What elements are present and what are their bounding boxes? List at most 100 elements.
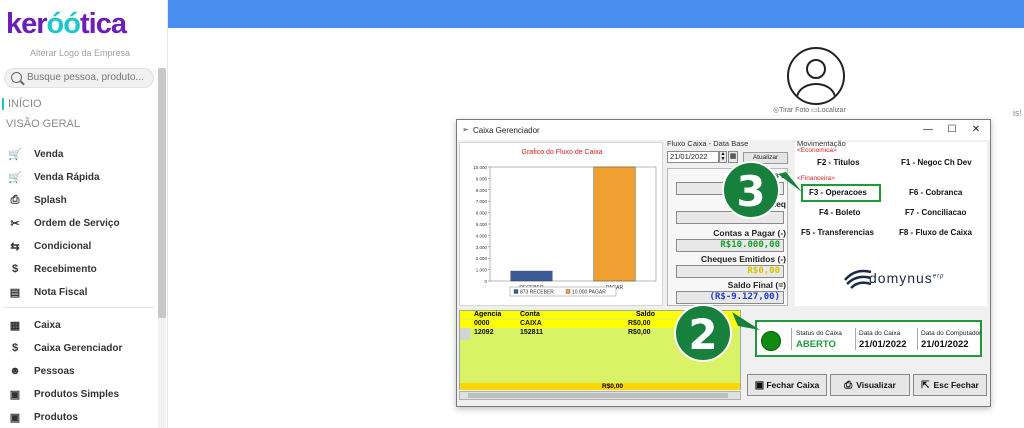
menu-item-ordem-servico[interactable]: ✂ Ordem de Serviço (8, 213, 158, 233)
legend-swatch (513, 289, 519, 294)
user-avatar-icon[interactable] (787, 47, 845, 105)
y-tick-label: 7.000 (476, 199, 488, 204)
box-icon: ▣ (9, 411, 21, 424)
register-icon: ▦ (9, 319, 21, 332)
menu-item-produtos[interactable]: ▣ Produtos (8, 407, 158, 427)
y-tick-label: 6.000 (476, 211, 488, 216)
saldo-final-label: Saldo Final (=) (727, 280, 786, 290)
base-date-field[interactable]: 21/01/2022 (667, 151, 719, 163)
menu-item-pessoas[interactable]: ☻ Pessoas (8, 361, 158, 381)
menu-item-caixa-gerenciador[interactable]: $ Caixa Gerenciador (8, 338, 158, 358)
maximize-button[interactable]: ☐ (943, 123, 961, 137)
y-tick-label: 3.000 (476, 245, 488, 250)
domynus-logo: domynuserp (869, 270, 945, 286)
caixa-gerenciador-window: ➢ Caixa Gerenciador — ☐ ✕ Grafico do Flu… (456, 119, 991, 407)
top-bar (168, 0, 1024, 28)
menu-item-venda[interactable]: 🛒 Venda (8, 144, 158, 164)
search-icon (11, 72, 22, 83)
calendar-icon[interactable]: ▦ (728, 151, 738, 163)
folder-icon: ▭ (811, 107, 818, 114)
menu-item-venda-rapida[interactable]: 🛒 Venda Rápida (8, 167, 158, 187)
legend-label: 873 RECEBER (520, 290, 554, 296)
nav-inicio[interactable]: INÍCIO (2, 98, 42, 110)
fluxo-label: Fluxo Caixa - Data Base (667, 139, 749, 148)
y-tick-label: 4.000 (476, 233, 488, 238)
wrench-icon: ✂ (10, 217, 20, 230)
close-button[interactable]: ✕ (967, 123, 985, 137)
y-tick-label: 8.000 (476, 188, 488, 193)
f4-boleto-button[interactable]: F4 - Boleto (819, 208, 860, 217)
register-icon: ▣ (754, 379, 765, 391)
legend-label: 10.000 PAGAR (572, 290, 606, 296)
bar-pagar (593, 166, 636, 282)
cart-fast-icon: 🛒 (8, 171, 22, 184)
minimize-button[interactable]: — (919, 123, 937, 137)
y-tick-label: 10.000 (473, 165, 487, 170)
status-led-icon (761, 331, 781, 351)
menu-item-recebimento[interactable]: $ Recebimento (8, 259, 158, 279)
status-field: Status do Caixa ABERTO (791, 328, 853, 350)
exit-icon: ⇱ (921, 379, 930, 391)
data-caixa-field: Data do Caixa 21/01/2022 (855, 328, 917, 350)
invoice-icon: ▤ (9, 286, 21, 299)
callout-3-arrow (778, 172, 802, 192)
take-photo-link[interactable]: Tirar Foto (779, 107, 809, 114)
f3-operacoes-button[interactable]: F3 - Operacoes (809, 188, 867, 197)
printer-icon: ⎙ (844, 379, 853, 391)
background-text-fragment: is! (1013, 108, 1022, 118)
splash-icon: ⎙ (10, 193, 20, 206)
sidebar-scrollbar-thumb[interactable] (158, 68, 166, 318)
y-tick-label: 5.000 (476, 222, 488, 227)
step-3-callout: 3 (722, 161, 780, 219)
bar-receber (510, 270, 553, 282)
avatar-actions: ◎Tirar Foto ▭Localizar (773, 106, 846, 114)
callout-2-arrow (732, 312, 760, 330)
menu-item-caixa[interactable]: ▦ Caixa (8, 315, 158, 335)
search-input[interactable] (27, 72, 149, 83)
y-tick-label: 2.000 (476, 256, 488, 261)
legend-swatch (565, 289, 571, 294)
f6-cobranca-button[interactable]: F6 - Cobranca (909, 188, 962, 197)
menu-item-splash[interactable]: ⎙ Splash (8, 190, 158, 210)
esc-fechar-button[interactable]: ⇱ Esc Fechar (913, 374, 987, 396)
f7-conciliacao-button[interactable]: F7 - Conciliacao (905, 208, 966, 217)
fechar-caixa-button[interactable]: ▣FFechar Caixa (747, 374, 827, 396)
col-agencia: Agencia (474, 311, 502, 318)
date-spinner[interactable]: ▲ ▼ (719, 151, 727, 163)
cash-flow-chart: Grafico do Fluxo de Caixa 0 1.000 2.000 3.0… (459, 142, 663, 306)
grid-total: R$0,00 (460, 383, 740, 390)
company-logo[interactable]: keróótica (6, 8, 166, 40)
f8-fluxo-caixa-button[interactable]: F8 - Fluxo de Caixa (899, 228, 972, 237)
movimentacao-panel: Movimentação <Economica> F2 - Titulos F1… (795, 139, 987, 306)
menu-item-produtos-simples[interactable]: ▣ Produtos Simples (8, 384, 158, 404)
change-logo-link[interactable]: Alterar Logo da Empresa (0, 48, 160, 58)
hand-money-icon: $ (11, 263, 19, 275)
y-tick-label: 0 (484, 279, 487, 284)
contas-pagar-value: R$10.000,00 (676, 239, 784, 252)
cheques-emitidos-value: R$0,00 (676, 265, 784, 278)
f2-titulos-button[interactable]: F2 - Titulos (817, 158, 860, 167)
y-tick-label: 1.000 (476, 268, 488, 273)
economica-label: <Economica> (797, 147, 837, 154)
cart-conditional-icon: ⇆ (10, 240, 20, 253)
menu-item-condicional[interactable]: ⇆ Condicional (8, 236, 158, 256)
nav-visao-geral[interactable]: VISÃO GERAL (6, 118, 80, 130)
search-box[interactable] (4, 68, 154, 88)
menu-divider (4, 307, 154, 308)
window-title: Caixa Gerenciador (473, 126, 540, 135)
saldo-final-value: (R$-9.127,00) (676, 291, 784, 304)
menu-item-nota-fiscal[interactable]: ▤ Nota Fiscal (8, 282, 158, 302)
visualizar-button[interactable]: ⎙ Visualizar (830, 374, 910, 396)
f1-negoc-ch-dev-button[interactable]: F1 - Negoc Ch Dev (901, 158, 972, 167)
y-tick-label: 9.000 (476, 176, 488, 181)
app-icon: ➢ (462, 125, 469, 134)
chart-canvas: 0 1.000 2.000 3.000 4.000 5.000 6.000 7.000 8.00… (473, 165, 657, 297)
cash-flow-panel: Fluxo Caixa - Data Base 21/01/2022 ▲ ▼ ▦ … (667, 139, 788, 306)
cash-status-panel: Status do Caixa ABERTO Data do Caixa 21/… (755, 320, 982, 357)
cheques-emitidos-label: Cheques Emitidos (-) (700, 254, 786, 264)
grid-horizontal-scrollbar[interactable] (459, 391, 741, 400)
locate-link[interactable]: Localizar (818, 107, 846, 114)
col-saldo: Saldo (636, 311, 656, 318)
f5-transferencias-button[interactable]: F5 - Transferencias (801, 228, 874, 237)
cart-icon: 🛒 (8, 148, 22, 161)
